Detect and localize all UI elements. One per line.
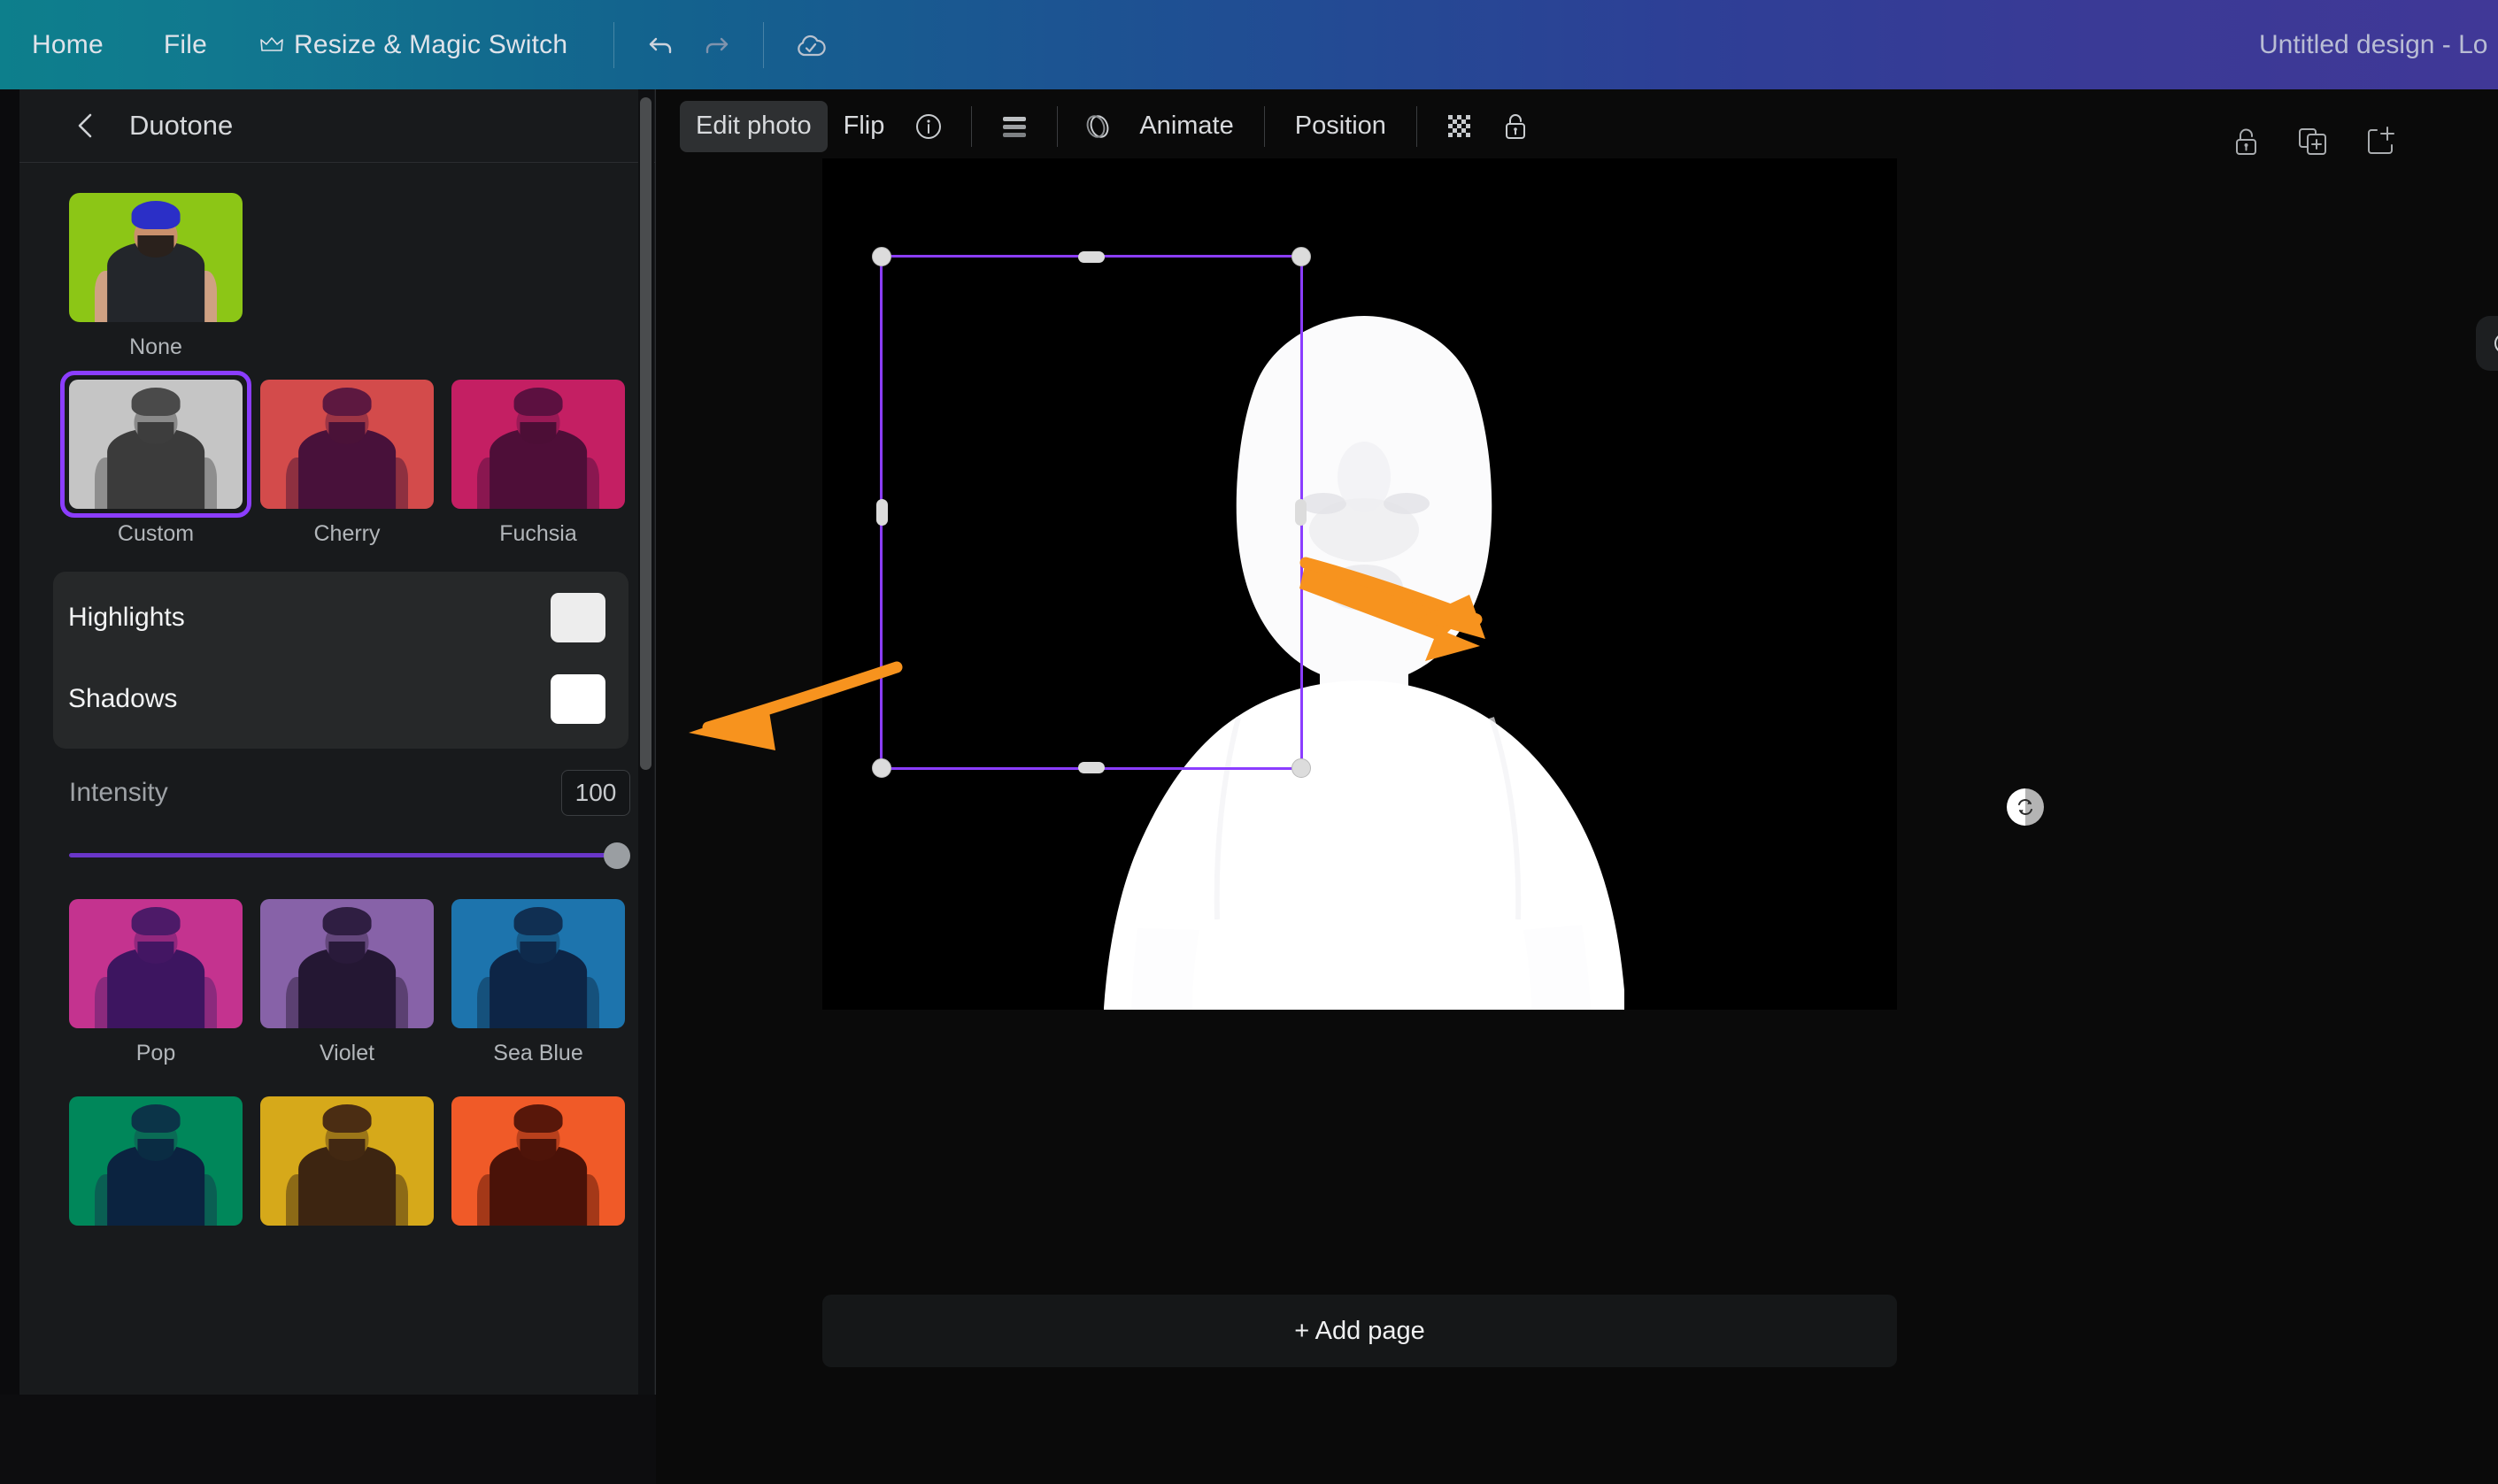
toolbar-divider-3	[1263, 105, 1265, 147]
lock-icon[interactable]	[2230, 125, 2262, 163]
preset-fuchsia-label: Fuchsia	[499, 521, 577, 546]
position-button[interactable]: Position	[1279, 101, 1402, 152]
panel-scrollbar-thumb[interactable]	[640, 97, 651, 770]
header-divider-2	[763, 21, 765, 68]
intensity-row: Intensity 100	[19, 770, 655, 816]
artboard-page[interactable]	[822, 158, 1897, 1010]
preset-row-1: Custom Cherry Fuchsia	[19, 371, 655, 547]
flip-button[interactable]: Flip	[828, 101, 901, 152]
menu-item-resize-magic-switch[interactable]: Resize & Magic Switch	[234, 0, 594, 89]
preset-violet[interactable]: Violet	[260, 899, 434, 1066]
document-title-text: Untitled design - Lo	[2259, 29, 2488, 59]
preset-cherry[interactable]: Cherry	[260, 380, 434, 547]
animate-button[interactable]: Animate	[1123, 101, 1249, 152]
preset-orange-thumbnail	[451, 1096, 625, 1226]
duotone-panel: Duotone None Custom Cherry Fuchsia Highl…	[19, 89, 655, 1395]
canvas-area: Edit photo Flip Animate Position + Add p…	[656, 89, 2498, 1484]
intensity-value-input[interactable]: 100	[561, 770, 630, 816]
duotone-image-object[interactable]	[822, 158, 1897, 1010]
shadows-row[interactable]: Shadows	[53, 658, 628, 740]
highlights-color-swatch[interactable]	[551, 593, 605, 642]
preset-fuchsia[interactable]: Fuchsia	[451, 380, 625, 547]
panel-header: Duotone	[19, 89, 655, 163]
menu-item-home-label: Home	[32, 29, 104, 59]
comment-bubble-icon[interactable]	[2476, 316, 2498, 371]
photo-preview	[69, 193, 243, 322]
preset-violet-thumbnail	[260, 899, 434, 1028]
panel-scroll-body: None Custom Cherry Fuchsia Highlights Sh…	[19, 163, 655, 1395]
preset-pop-thumbnail	[69, 899, 243, 1028]
preset-none-thumbnail	[69, 193, 243, 322]
add-page-label: + Add page	[1294, 1316, 1425, 1345]
preset-custom-thumbnail	[69, 380, 243, 509]
menu-item-home[interactable]: Home	[0, 0, 137, 89]
transparency-lines-icon[interactable]	[986, 101, 1043, 152]
page-title: Duotone	[129, 110, 234, 141]
preset-sea-blue-label: Sea Blue	[493, 1041, 583, 1065]
preset-row-3	[19, 1096, 655, 1226]
shadows-color-swatch[interactable]	[551, 674, 605, 724]
transparency-grid-icon[interactable]	[1431, 101, 1488, 152]
edit-photo-button[interactable]: Edit photo	[680, 100, 828, 152]
intensity-label: Intensity	[69, 778, 168, 807]
highlights-row[interactable]: Highlights	[53, 577, 628, 658]
preset-orange[interactable]	[451, 1096, 625, 1226]
preset-gold-thumbnail	[260, 1096, 434, 1226]
document-title[interactable]: Untitled design - Lo	[2259, 0, 2498, 89]
preset-cherry-thumbnail	[260, 380, 434, 509]
preset-row-2: Pop Violet Sea Blue	[19, 899, 655, 1066]
rotate-handle-icon[interactable]	[2007, 788, 2044, 826]
duotone-silhouette	[822, 211, 1897, 1010]
redo-icon[interactable]	[689, 18, 744, 73]
duotone-color-card: Highlights Shadows	[53, 572, 628, 749]
preset-custom-label: Custom	[117, 521, 195, 546]
preset-gold[interactable]	[260, 1096, 434, 1226]
page-action-icons	[2230, 125, 2398, 163]
preset-pop-label: Pop	[135, 1041, 176, 1065]
toolbar-divider-1	[971, 105, 973, 147]
top-header-bar: Home File Resize & Magic Switch Untitled…	[0, 0, 2498, 89]
intensity-slider[interactable]	[69, 842, 630, 869]
shadows-label: Shadows	[68, 684, 178, 713]
top-menu-group: Home File Resize & Magic Switch	[0, 0, 838, 89]
menu-item-resize-label: Resize & Magic Switch	[293, 29, 568, 59]
duplicate-page-icon[interactable]	[2295, 125, 2331, 163]
menu-item-file[interactable]: File	[137, 0, 234, 89]
chevron-left-icon[interactable]	[71, 111, 101, 141]
header-divider-1	[613, 21, 615, 68]
preset-fuchsia-thumbnail	[451, 380, 625, 509]
toolbar-divider-2	[1057, 105, 1059, 147]
info-icon[interactable]	[900, 101, 957, 152]
preset-cherry-label: Cherry	[313, 521, 381, 546]
object-toolbar: Edit photo Flip Animate Position	[656, 89, 2498, 163]
crown-icon	[260, 36, 283, 54]
toolbar-divider-4	[1415, 105, 1417, 147]
left-rail	[0, 89, 19, 1395]
menu-item-file-label: File	[163, 29, 207, 59]
cloud-check-icon[interactable]	[783, 18, 838, 73]
preset-green[interactable]	[69, 1096, 243, 1226]
highlights-label: Highlights	[68, 603, 185, 632]
undo-icon[interactable]	[634, 18, 689, 73]
preset-green-thumbnail	[69, 1096, 243, 1226]
add-page-icon[interactable]	[2364, 125, 2398, 163]
preset-custom[interactable]: Custom	[60, 371, 251, 547]
intensity-slider-knob[interactable]	[604, 842, 630, 869]
preset-violet-label: Violet	[319, 1041, 375, 1065]
preset-sea-blue-thumbnail	[451, 899, 625, 1028]
preset-none-label: None	[129, 334, 182, 359]
preset-none[interactable]	[19, 163, 655, 322]
add-page-button[interactable]: + Add page	[822, 1295, 1897, 1367]
lock-icon[interactable]	[1488, 101, 1543, 152]
animate-icon[interactable]	[1072, 101, 1123, 152]
intensity-slider-track	[69, 853, 628, 857]
preset-pop[interactable]: Pop	[69, 899, 243, 1066]
preset-sea-blue[interactable]: Sea Blue	[451, 899, 625, 1066]
